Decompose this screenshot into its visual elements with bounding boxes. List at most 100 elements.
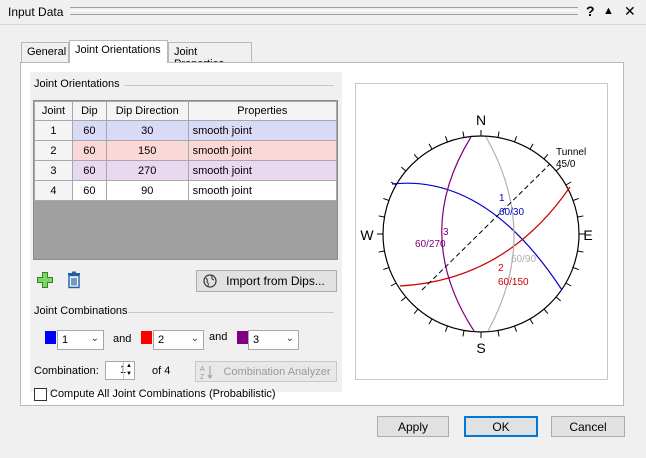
sort-az-icon: A Z	[200, 366, 213, 380]
joint-table: Joint Dip Dip Direction Properties 1 60 30…	[34, 101, 338, 201]
cell-properties[interactable]: smooth joint	[187, 160, 338, 181]
globe-icon	[203, 274, 217, 288]
cell-joint[interactable]: 1	[34, 120, 73, 141]
combination-spinner[interactable]: 1 ▲ ▼	[105, 361, 135, 380]
table-row[interactable]: 1 60 30 smooth joint	[34, 120, 338, 141]
tunnel-orientation-label: 45/0	[556, 159, 576, 170]
table-row[interactable]: 4 60 90 smooth joint	[34, 180, 338, 201]
chevron-down-icon: ⌄	[190, 333, 199, 344]
cell-dip-direction[interactable]: 270	[105, 160, 189, 181]
stereonet-plot: N S E W Tunnel 45/0 1 60/30 2 60/150 3 6…	[360, 112, 592, 356]
stereonet-tick	[383, 267, 390, 271]
stereonet-tick	[497, 330, 500, 337]
stereonet-tick	[572, 267, 579, 271]
stereonet-tick	[514, 325, 518, 332]
spinner-arrows-icon[interactable]: ▲ ▼	[123, 362, 134, 379]
add-joint-icon[interactable]	[36, 271, 54, 289]
stereonet-tick	[565, 181, 572, 186]
and-label: and	[113, 333, 132, 345]
stereonet-tick	[497, 131, 500, 138]
joint1-color-swatch	[45, 331, 56, 344]
cell-joint[interactable]: 3	[34, 160, 73, 181]
cell-joint[interactable]: 4	[34, 180, 73, 201]
close-button[interactable]: ✕	[624, 3, 636, 19]
stereonet-tick	[462, 330, 465, 337]
combination-of-label: of 4	[152, 365, 171, 377]
cell-dip-direction[interactable]: 150	[105, 140, 189, 161]
joint1-select-value: 1	[62, 334, 69, 346]
help-button[interactable]: ?	[586, 3, 595, 19]
import-from-dips-label: Import from Dips...	[226, 274, 325, 288]
stereonet-tick	[413, 308, 419, 314]
chevron-down-icon: ⌄	[285, 333, 294, 344]
joint-orientations-table[interactable]: Joint Dip Dip Direction Properties 1 60 30…	[33, 100, 338, 260]
plane-2-id: 2	[498, 263, 504, 274]
collapse-button[interactable]: ▲	[603, 3, 614, 19]
import-from-dips-button[interactable]: Import from Dips...	[196, 270, 337, 292]
cell-joint[interactable]: 2	[34, 140, 73, 161]
joint2-select[interactable]: 2 ⌄	[153, 330, 204, 350]
chevron-down-icon: ⌄	[90, 333, 99, 344]
apply-button[interactable]: Apply	[377, 416, 449, 437]
tab-joint-properties[interactable]: Joint Properties	[168, 42, 252, 70]
stereonet-tick	[383, 197, 390, 201]
tab-joint-orientations[interactable]: Joint Orientations	[69, 40, 168, 63]
tab-general[interactable]: General	[21, 42, 69, 62]
stereonet-tick	[444, 325, 448, 332]
cell-dip[interactable]: 60	[71, 160, 107, 181]
joint3-select[interactable]: 3 ⌄	[248, 330, 299, 350]
tunnel-label: Tunnel	[556, 147, 586, 158]
stereonet-tick	[401, 296, 407, 302]
col-header-properties[interactable]: Properties	[187, 101, 338, 121]
stereonet-tick	[390, 282, 397, 287]
table-header-row: Joint Dip Dip Direction Properties	[34, 101, 338, 121]
svg-text:A: A	[200, 366, 205, 373]
north-label: N	[476, 112, 486, 128]
cancel-button[interactable]: Cancel	[551, 416, 625, 437]
cell-properties[interactable]: smooth joint	[187, 140, 338, 161]
stereonet-tick	[555, 296, 561, 302]
table-row[interactable]: 2 60 150 smooth joint	[34, 140, 338, 161]
primitive-circle	[382, 135, 580, 333]
joint2-select-value: 2	[158, 334, 165, 346]
plane-2-orientation: 60/150	[498, 277, 529, 288]
stereonet-tick	[565, 282, 572, 287]
cell-dip[interactable]: 60	[71, 140, 107, 161]
joint3-color-swatch	[237, 331, 248, 344]
ok-button[interactable]: OK	[464, 416, 538, 437]
great-circle-joint-4	[485, 136, 515, 332]
table-row[interactable]: 3 60 270 smooth joint	[34, 160, 338, 181]
window-title: Input Data	[8, 5, 64, 19]
joint1-select[interactable]: 1 ⌄	[57, 330, 104, 350]
title-grip[interactable]	[70, 7, 578, 15]
cell-dip[interactable]: 60	[71, 120, 107, 141]
stereonet-tick	[577, 250, 584, 253]
stereonet-tick	[378, 215, 385, 218]
stereonet-tick	[529, 143, 534, 150]
compute-all-checkbox[interactable]	[34, 388, 47, 401]
cell-dip-direction[interactable]: 30	[105, 120, 189, 141]
col-header-joint[interactable]: Joint	[34, 101, 73, 121]
stereonet-tick	[543, 154, 549, 160]
cell-properties[interactable]: smooth joint	[187, 120, 338, 141]
cell-dip-direction[interactable]: 90	[105, 180, 189, 201]
south-label: S	[476, 340, 485, 356]
joint3-select-value: 3	[253, 334, 260, 346]
group-divider	[124, 85, 334, 86]
stereonet-tick	[428, 143, 433, 150]
delete-joint-icon[interactable]	[66, 271, 82, 289]
stereonet-ticks	[377, 130, 585, 338]
col-header-dip-direction[interactable]: Dip Direction	[105, 101, 189, 121]
west-label: W	[360, 227, 374, 243]
stereonet-tick	[514, 136, 518, 143]
plane-1-id: 1	[499, 193, 505, 204]
combination-label: Combination:	[34, 365, 99, 377]
cell-dip[interactable]: 60	[71, 180, 107, 201]
plane-1-orientation: 60/30	[499, 207, 524, 218]
great-circle-joint-2	[399, 186, 571, 287]
cell-properties[interactable]: smooth joint	[187, 180, 338, 201]
combination-analyzer-button[interactable]: A Z Combination Analyzer	[195, 361, 337, 382]
stereonet-tick	[401, 166, 407, 172]
stereonet-tick	[529, 318, 534, 325]
col-header-dip[interactable]: Dip	[71, 101, 107, 121]
